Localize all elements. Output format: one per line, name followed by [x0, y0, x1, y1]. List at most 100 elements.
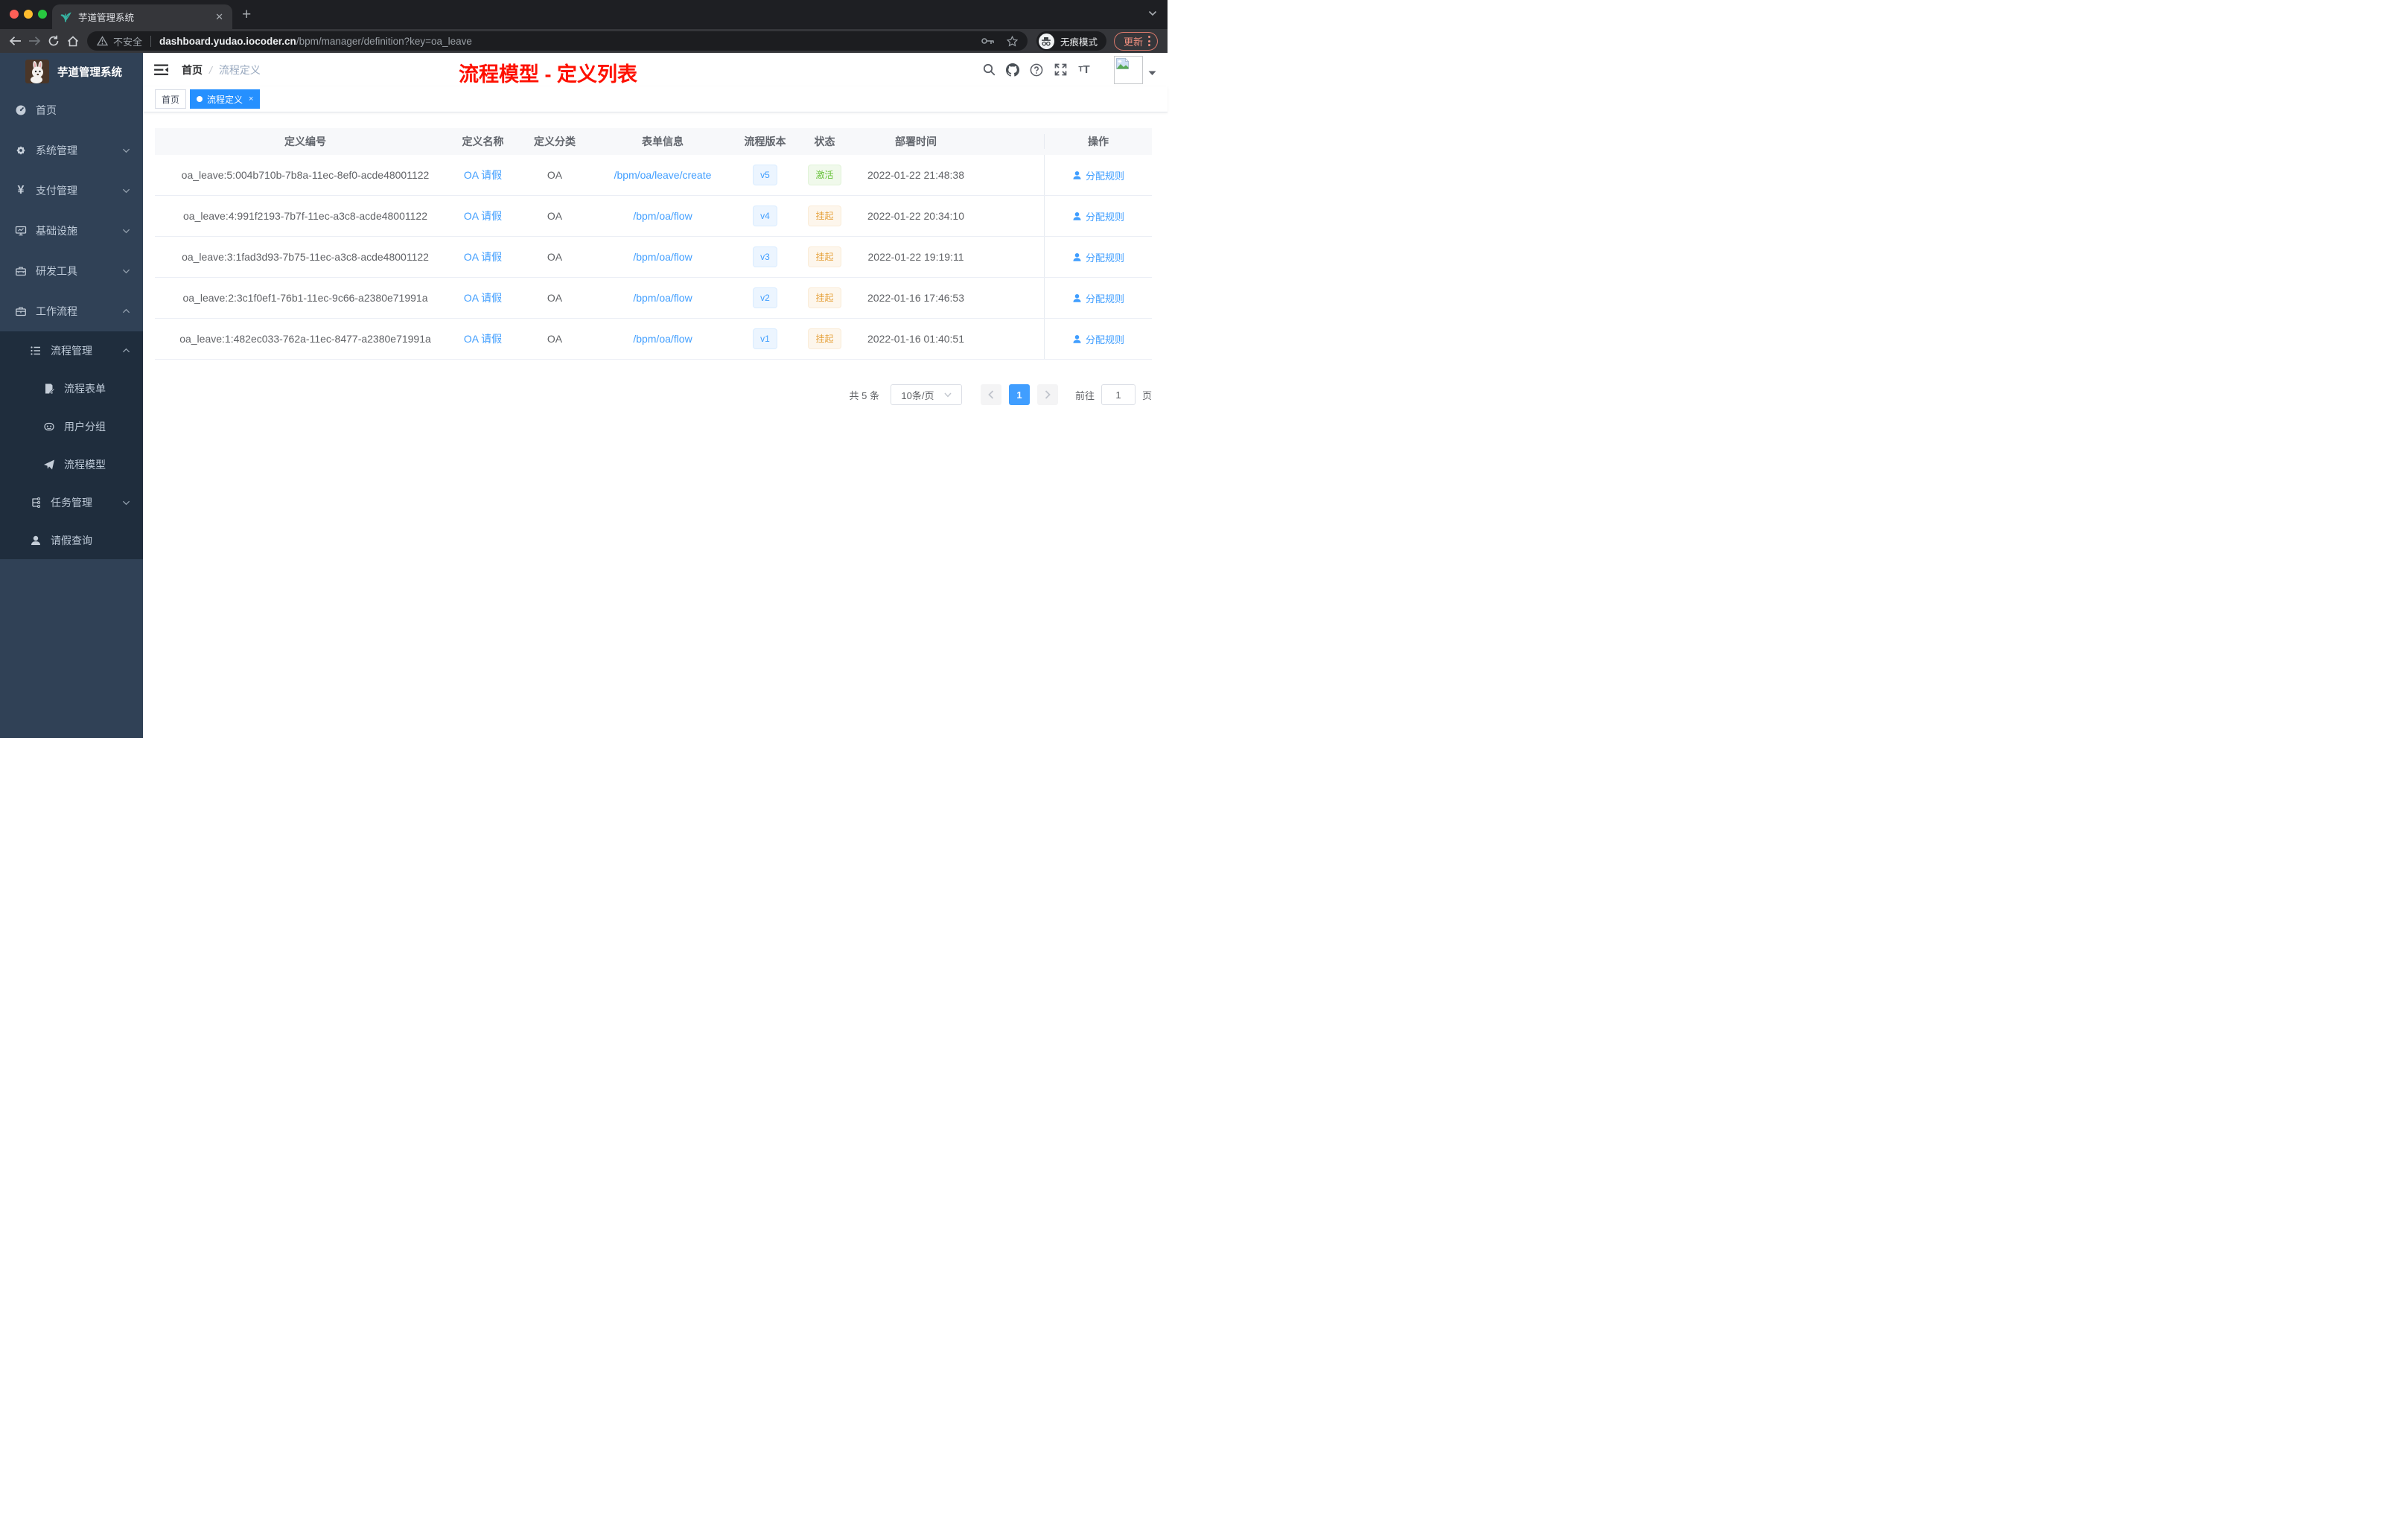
- tab-title: 芋道管理系统: [78, 13, 135, 23]
- forward-button[interactable]: [25, 31, 44, 51]
- chevron-down-icon: [122, 188, 130, 194]
- sidebar-item-dev-tools[interactable]: 研发工具: [0, 251, 143, 291]
- goto-page-input[interactable]: 1: [1101, 384, 1135, 405]
- caret-down-icon[interactable]: [1148, 71, 1156, 76]
- sidebar-item-label: 首页: [36, 104, 57, 116]
- tab-close-icon[interactable]: ✕: [214, 11, 225, 23]
- pagination: 共 5 条 10条/页 1 前往 1 页: [155, 384, 1152, 405]
- top-navbar: 首页 / 流程定义 T T: [143, 53, 1168, 86]
- github-icon[interactable]: [1001, 60, 1025, 80]
- sidebar-item-infrastructure[interactable]: 基础设施: [0, 211, 143, 251]
- form-link[interactable]: /bpm/oa/flow: [633, 251, 692, 263]
- sidebar-item-process-model[interactable]: 流程模型: [0, 445, 143, 483]
- cell-category: OA: [547, 210, 563, 222]
- tags-view-bar: 首页 流程定义 ×: [143, 86, 1168, 112]
- breadcrumb: 首页 / 流程定义: [182, 63, 261, 77]
- sidebar-item-process-management[interactable]: 流程管理: [0, 331, 143, 369]
- user-icon: [1073, 293, 1081, 302]
- form-link[interactable]: /bpm/oa/flow: [633, 333, 692, 345]
- sidebar-item-system[interactable]: 系统管理: [0, 130, 143, 171]
- sidebar-item-leave-query[interactable]: 请假查询: [0, 521, 143, 559]
- tag-close-icon[interactable]: ×: [249, 95, 253, 104]
- breadcrumb-home-link[interactable]: 首页: [182, 63, 203, 77]
- form-link[interactable]: /bpm/oa/flow: [633, 210, 692, 222]
- sidebar-item-home[interactable]: 首页: [0, 90, 143, 130]
- column-header-category: 定义分类: [534, 136, 576, 147]
- list-icon: [30, 345, 42, 357]
- version-tag: v1: [753, 328, 777, 349]
- cell-category: OA: [547, 333, 563, 345]
- cell-deploy-time: 2022-01-16 17:46:53: [867, 292, 964, 304]
- form-link[interactable]: /bpm/oa/flow: [633, 292, 692, 304]
- status-badge: 挂起: [808, 328, 841, 349]
- cell-category: OA: [547, 292, 563, 304]
- user-icon: [30, 535, 42, 547]
- fullscreen-icon[interactable]: [1048, 60, 1072, 80]
- bookmark-star-icon[interactable]: [1006, 35, 1018, 47]
- help-icon[interactable]: [1025, 60, 1048, 80]
- sidebar-item-task-management[interactable]: 任务管理: [0, 483, 143, 521]
- definition-name-link[interactable]: OA 请假: [464, 249, 502, 264]
- new-tab-button[interactable]: +: [242, 5, 251, 25]
- sidebar-item-label: 工作流程: [36, 305, 77, 317]
- browser-tab-strip: 芋道管理系统 ✕ +: [0, 0, 1168, 29]
- sidebar-item-label: 系统管理: [36, 144, 77, 156]
- search-icon[interactable]: [977, 60, 1001, 80]
- assign-rule-button[interactable]: 分配规则: [1072, 209, 1124, 223]
- table-row: oa_leave:5:004b710b-7b8a-11ec-8ef0-acde4…: [155, 155, 1152, 196]
- status-badge: 挂起: [808, 206, 841, 226]
- sidebar-logo[interactable]: 芋道管理系统: [0, 53, 143, 90]
- tree-icon: [30, 497, 42, 509]
- reload-button[interactable]: [44, 31, 63, 51]
- url-domain: dashboard.yudao.iocoder.cn: [159, 35, 296, 47]
- home-button[interactable]: [63, 31, 83, 51]
- prev-page-button[interactable]: [980, 384, 1001, 405]
- window-close-button[interactable]: [10, 10, 19, 19]
- assign-rule-button[interactable]: 分配规则: [1072, 332, 1124, 346]
- assign-rule-button[interactable]: 分配规则: [1072, 168, 1124, 182]
- sidebar-item-workflow[interactable]: 工作流程: [0, 291, 143, 331]
- definition-name-link[interactable]: OA 请假: [464, 168, 502, 182]
- sidebar-item-user-group[interactable]: 用户分组: [0, 407, 143, 445]
- sidebar-item-process-form[interactable]: 流程表单: [0, 369, 143, 407]
- cell-deploy-time: 2022-01-16 01:40:51: [867, 333, 964, 345]
- definition-name-link[interactable]: OA 请假: [464, 290, 502, 305]
- gear-icon: [15, 144, 27, 156]
- chrome-update-button[interactable]: 更新: [1113, 31, 1158, 51]
- avatar[interactable]: [1114, 55, 1143, 84]
- robot-icon: [43, 421, 55, 433]
- column-header-deploy-time: 部署时间: [895, 136, 937, 147]
- tag-process-definition[interactable]: 流程定义 ×: [190, 89, 261, 109]
- current-page-button[interactable]: 1: [1008, 384, 1030, 405]
- tab-search-chevron-icon[interactable]: [1148, 10, 1157, 16]
- form-link[interactable]: /bpm/oa/leave/create: [614, 169, 712, 181]
- next-page-button[interactable]: [1036, 384, 1058, 405]
- hamburger-icon[interactable]: [154, 63, 168, 76]
- column-header-id: 定义编号: [284, 136, 326, 147]
- tag-home[interactable]: 首页: [155, 89, 187, 109]
- chevron-down-icon: [122, 269, 130, 274]
- assign-rule-button[interactable]: 分配规则: [1072, 250, 1124, 264]
- sidebar: 芋道管理系统 首页 系统管理 ¥ 支付管理 基础设施 研发工具 工作流程 流程管…: [0, 53, 143, 738]
- version-tag: v4: [753, 206, 777, 226]
- paper-plane-icon: [43, 459, 55, 471]
- toolbox-icon: [15, 265, 27, 277]
- window-minimize-button[interactable]: [24, 10, 33, 19]
- sidebar-item-payment[interactable]: ¥ 支付管理: [0, 171, 143, 211]
- browser-tab[interactable]: 芋道管理系统 ✕: [52, 4, 232, 29]
- assign-rule-button[interactable]: 分配规则: [1072, 291, 1124, 305]
- back-button[interactable]: [5, 31, 25, 51]
- page-size-value: 10条/页: [901, 389, 934, 401]
- window-zoom-button[interactable]: [38, 10, 47, 19]
- definition-name-link[interactable]: OA 请假: [464, 331, 502, 346]
- briefcase-icon: [15, 305, 27, 317]
- page-size-select[interactable]: 10条/页: [890, 384, 962, 405]
- cell-deploy-time: 2022-01-22 21:48:38: [867, 169, 964, 181]
- address-bar[interactable]: 不安全 dashboard.yudao.iocoder.cn/bpm/manag…: [87, 31, 1028, 51]
- sidebar-item-label: 研发工具: [36, 265, 77, 277]
- password-key-icon[interactable]: [981, 36, 995, 45]
- broken-image-icon: [1116, 57, 1129, 69]
- font-size-icon[interactable]: TT: [1072, 60, 1096, 80]
- definition-name-link[interactable]: OA 请假: [464, 208, 502, 223]
- cell-deploy-time: 2022-01-22 20:34:10: [867, 210, 964, 222]
